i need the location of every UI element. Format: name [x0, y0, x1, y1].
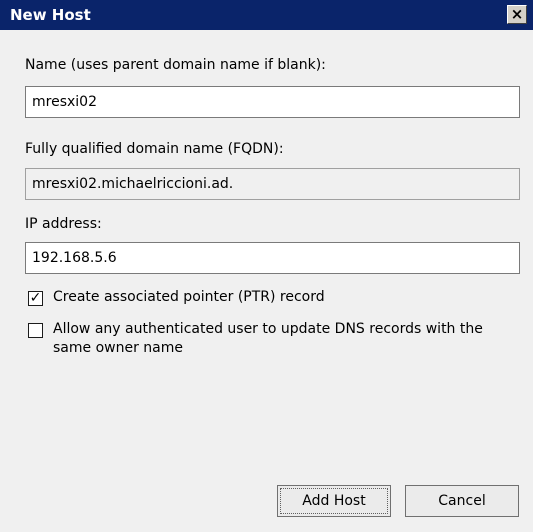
- add-host-button[interactable]: Add Host: [277, 485, 391, 517]
- ptr-record-label: Create associated pointer (PTR) record: [53, 289, 325, 305]
- allow-update-checkbox[interactable]: [28, 323, 43, 338]
- name-label: Name (uses parent domain name if blank):: [25, 57, 326, 73]
- close-icon: ×: [510, 5, 524, 23]
- cancel-label: Cancel: [438, 493, 486, 509]
- fqdn-label: Fully qualified domain name (FQDN):: [25, 141, 284, 157]
- dialog-title: New Host: [10, 6, 91, 24]
- cancel-button[interactable]: Cancel: [405, 485, 519, 517]
- close-button[interactable]: ×: [507, 5, 527, 24]
- ptr-record-option[interactable]: ✓ Create associated pointer (PTR) record: [28, 288, 523, 307]
- title-bar: New Host ×: [0, 0, 533, 30]
- checkmark-icon: ✓: [29, 290, 42, 306]
- ip-address-label: IP address:: [25, 216, 102, 232]
- fqdn-field: [25, 168, 520, 200]
- name-input[interactable]: [25, 86, 520, 118]
- ip-address-input[interactable]: [25, 242, 520, 274]
- ptr-record-checkbox[interactable]: ✓: [28, 290, 43, 306]
- allow-update-label: Allow any authenticated user to update D…: [53, 321, 483, 356]
- new-host-dialog: New Host × Name (uses parent domain name…: [0, 0, 533, 532]
- add-host-label: Add Host: [302, 493, 366, 509]
- allow-update-option[interactable]: Allow any authenticated user to update D…: [28, 320, 523, 358]
